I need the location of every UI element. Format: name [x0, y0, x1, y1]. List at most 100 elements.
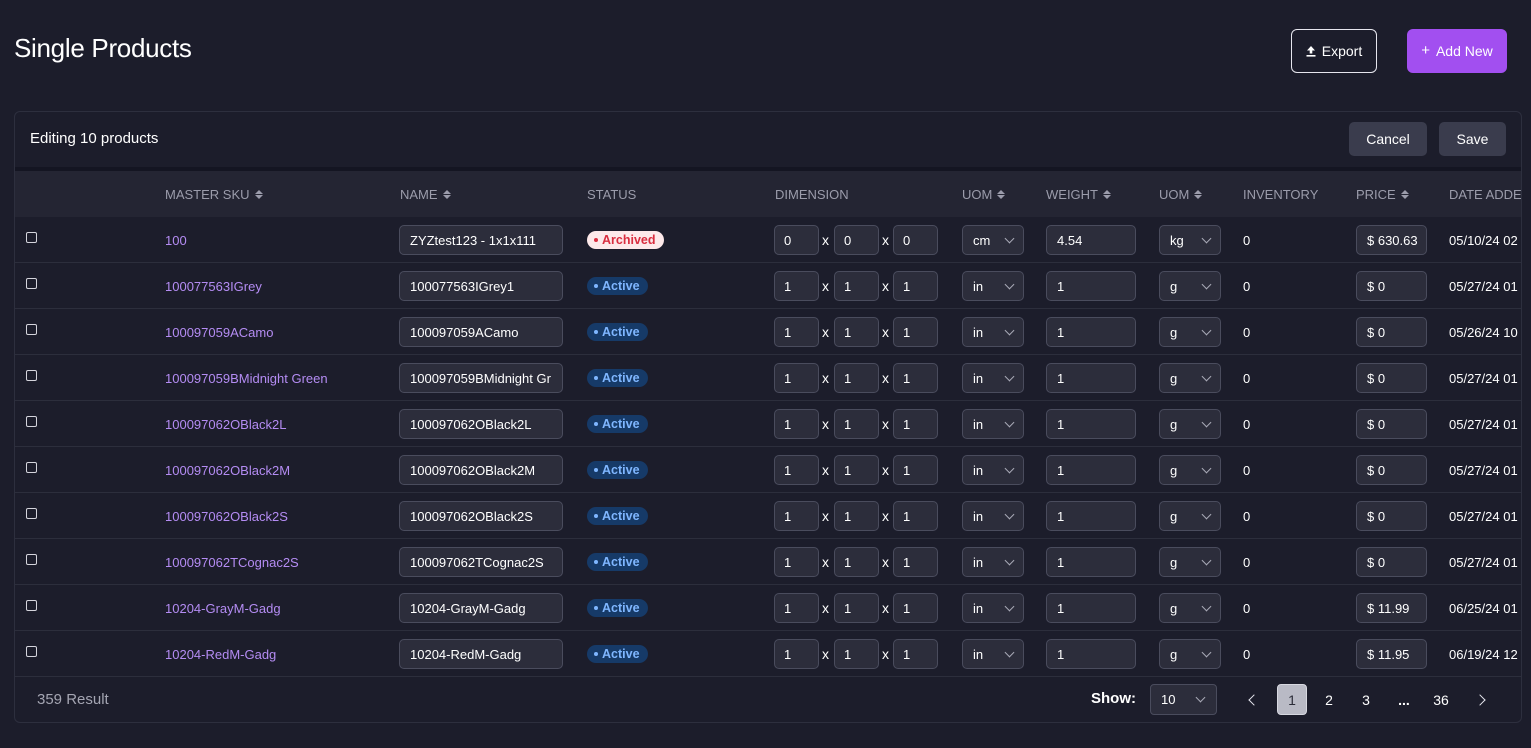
weight-uom-select[interactable]: g [1159, 317, 1221, 347]
dimension-width-input[interactable]: 1 [834, 639, 879, 669]
weight-input[interactable]: 1 [1046, 455, 1136, 485]
weight-uom-select[interactable]: g [1159, 271, 1221, 301]
dimension-uom-select[interactable]: in [962, 409, 1024, 439]
dimension-height-input[interactable]: 1 [893, 593, 938, 623]
dimension-height-input[interactable]: 1 [893, 639, 938, 669]
master-sku-link[interactable]: 100097062TCognac2S [165, 539, 299, 585]
add-new-button[interactable]: + Add New [1407, 29, 1507, 73]
dimension-width-input[interactable]: 1 [834, 271, 879, 301]
dimension-length-input[interactable]: 1 [774, 455, 819, 485]
master-sku-link[interactable]: 100097059ACamo [165, 309, 273, 355]
name-input[interactable]: 100077563IGrey1 [399, 271, 563, 301]
row-checkbox[interactable] [26, 508, 37, 519]
weight-input[interactable]: 1 [1046, 593, 1136, 623]
dimension-uom-select[interactable]: in [962, 455, 1024, 485]
price-input[interactable]: $ 0 [1356, 455, 1427, 485]
name-input[interactable]: 100097062OBlack2M [399, 455, 563, 485]
dimension-uom-select[interactable]: in [962, 271, 1024, 301]
dimension-uom-select[interactable]: in [962, 547, 1024, 577]
weight-uom-select[interactable]: kg [1159, 225, 1221, 255]
row-checkbox[interactable] [26, 646, 37, 657]
weight-uom-select[interactable]: g [1159, 639, 1221, 669]
export-button[interactable]: Export [1291, 29, 1377, 73]
name-input[interactable]: 10204-RedM-Gadg [399, 639, 563, 669]
pagination-next-button[interactable] [1466, 684, 1496, 715]
dimension-height-input[interactable]: 1 [893, 455, 938, 485]
master-sku-link[interactable]: 100 [165, 217, 187, 263]
master-sku-link[interactable]: 10204-GrayM-Gadg [165, 585, 281, 631]
price-input[interactable]: $ 0 [1356, 363, 1427, 393]
weight-input[interactable]: 1 [1046, 317, 1136, 347]
weight-uom-select[interactable]: g [1159, 547, 1221, 577]
master-sku-link[interactable]: 100097062OBlack2L [165, 401, 286, 447]
row-checkbox[interactable] [26, 554, 37, 565]
row-checkbox[interactable] [26, 370, 37, 381]
price-input[interactable]: $ 0 [1356, 317, 1427, 347]
dimension-height-input[interactable]: 1 [893, 409, 938, 439]
dimension-width-input[interactable]: 1 [834, 317, 879, 347]
dimension-width-input[interactable]: 1 [834, 501, 879, 531]
pagination-prev-button[interactable] [1237, 684, 1267, 715]
dimension-length-input[interactable]: 1 [774, 593, 819, 623]
dimension-height-input[interactable]: 0 [893, 225, 938, 255]
weight-input[interactable]: 1 [1046, 409, 1136, 439]
column-header-master-sku[interactable]: MASTER SKU [165, 171, 263, 217]
dimension-height-input[interactable]: 1 [893, 271, 938, 301]
row-checkbox[interactable] [26, 462, 37, 473]
weight-uom-select[interactable]: g [1159, 363, 1221, 393]
name-input[interactable]: 100097062OBlack2S [399, 501, 563, 531]
dimension-length-input[interactable]: 1 [774, 639, 819, 669]
dimension-length-input[interactable]: 1 [774, 317, 819, 347]
master-sku-link[interactable]: 100097062OBlack2M [165, 447, 290, 493]
dimension-uom-select[interactable]: in [962, 317, 1024, 347]
price-input[interactable]: $ 0 [1356, 501, 1427, 531]
dimension-width-input[interactable]: 1 [834, 547, 879, 577]
weight-uom-select[interactable]: g [1159, 409, 1221, 439]
dimension-uom-select[interactable]: cm [962, 225, 1024, 255]
column-header-name[interactable]: NAME [400, 171, 451, 217]
row-checkbox[interactable] [26, 600, 37, 611]
name-input[interactable]: 100097059ACamo [399, 317, 563, 347]
master-sku-link[interactable]: 100097062OBlack2S [165, 493, 288, 539]
column-header-price[interactable]: PRICE [1356, 171, 1409, 217]
dimension-width-input[interactable]: 1 [834, 593, 879, 623]
price-input[interactable]: $ 630.63 [1356, 225, 1427, 255]
dimension-length-input[interactable]: 1 [774, 271, 819, 301]
row-checkbox[interactable] [26, 278, 37, 289]
price-input[interactable]: $ 0 [1356, 547, 1427, 577]
dimension-width-input[interactable]: 1 [834, 409, 879, 439]
dimension-height-input[interactable]: 1 [893, 501, 938, 531]
dimension-uom-select[interactable]: in [962, 501, 1024, 531]
weight-input[interactable]: 1 [1046, 547, 1136, 577]
weight-input[interactable]: 1 [1046, 363, 1136, 393]
price-input[interactable]: $ 11.95 [1356, 639, 1427, 669]
dimension-width-input[interactable]: 1 [834, 455, 879, 485]
cancel-button[interactable]: Cancel [1349, 122, 1427, 156]
save-button[interactable]: Save [1439, 122, 1506, 156]
dimension-length-input[interactable]: 1 [774, 501, 819, 531]
dimension-length-input[interactable]: 1 [774, 409, 819, 439]
name-input[interactable]: 10204-GrayM-Gadg [399, 593, 563, 623]
dimension-height-input[interactable]: 1 [893, 547, 938, 577]
weight-input[interactable]: 1 [1046, 271, 1136, 301]
page-size-select[interactable]: 10 [1150, 684, 1217, 715]
dimension-height-input[interactable]: 1 [893, 363, 938, 393]
price-input[interactable]: $ 0 [1356, 409, 1427, 439]
row-checkbox[interactable] [26, 416, 37, 427]
dimension-length-input[interactable]: 1 [774, 363, 819, 393]
pagination-page-2[interactable]: 2 [1314, 684, 1344, 715]
pagination-page-36[interactable]: 36 [1426, 684, 1456, 715]
dimension-uom-select[interactable]: in [962, 593, 1024, 623]
master-sku-link[interactable]: 100097059BMidnight Green [165, 355, 328, 401]
pagination-page-1[interactable]: 1 [1277, 684, 1307, 715]
column-header-uom-dimension[interactable]: UOM [962, 171, 1006, 217]
weight-input[interactable]: 4.54 [1046, 225, 1136, 255]
price-input[interactable]: $ 0 [1356, 271, 1427, 301]
dimension-length-input[interactable]: 1 [774, 547, 819, 577]
name-input[interactable]: ZYZtest123 - 1x1x111 [399, 225, 563, 255]
price-input[interactable]: $ 11.99 [1356, 593, 1427, 623]
dimension-width-input[interactable]: 1 [834, 363, 879, 393]
dimension-height-input[interactable]: 1 [893, 317, 938, 347]
weight-input[interactable]: 1 [1046, 639, 1136, 669]
weight-uom-select[interactable]: g [1159, 501, 1221, 531]
